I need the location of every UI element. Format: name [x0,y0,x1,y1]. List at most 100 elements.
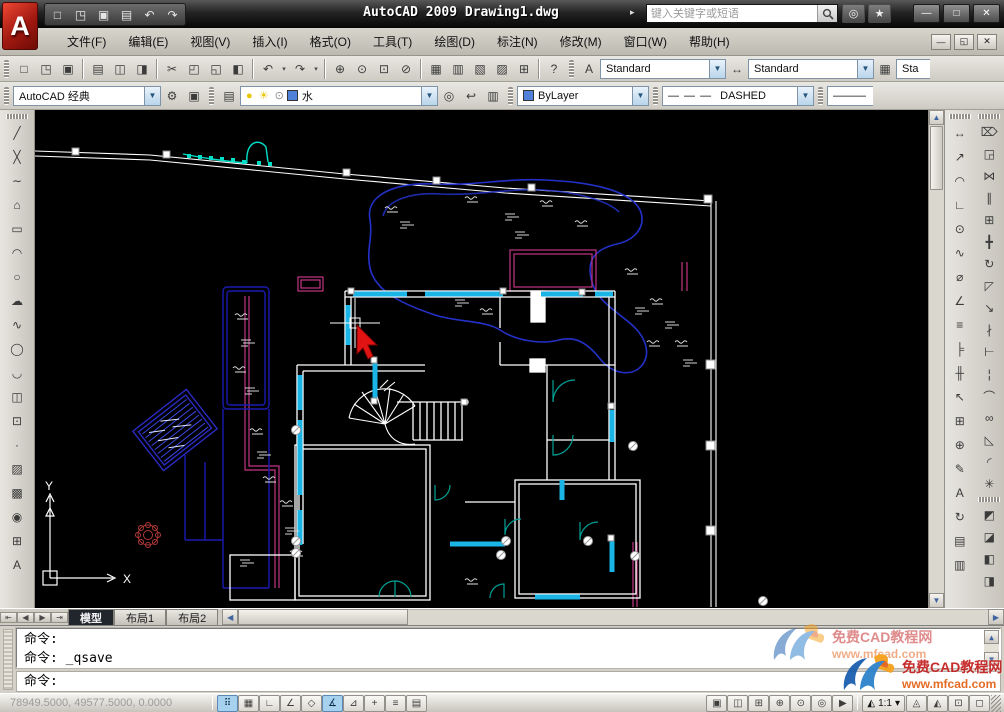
workspace-combo[interactable]: AutoCAD 经典 ▼ [13,85,161,106]
menu-tools[interactable]: 工具(T) [362,28,423,55]
construction-line-icon[interactable]: ╳ [5,145,29,169]
menu-help[interactable]: 帮助(H) [678,28,741,55]
doc-minimize-button[interactable]: — [931,33,951,50]
region-icon[interactable]: ◉ [5,505,29,529]
layer-freeze-sun-icon[interactable]: ☀ [259,90,269,102]
toolbar-grip[interactable] [978,114,1001,119]
toolbar-grip[interactable] [569,59,574,78]
toolbar-grip[interactable] [4,59,9,78]
toolbar-grip[interactable] [653,86,658,105]
plot-icon[interactable]: ▤ [115,5,138,24]
last-tab-button[interactable]: ⇥ [51,611,68,623]
model-space-button[interactable]: ▣ [706,694,728,712]
rotate-icon[interactable]: ↻ [977,253,1001,275]
break-icon[interactable]: ⌒ [977,385,1001,407]
maximize-button[interactable]: □ [943,4,970,23]
window-resize-grip[interactable] [991,694,1001,712]
tolerance-icon[interactable]: ⊞ [948,409,972,433]
layer-combo[interactable]: ● ☀ ⊙ 水 ▼ [240,85,438,106]
ordinate-dimension-icon[interactable]: ∟ [948,193,972,217]
menu-draw[interactable]: 绘图(D) [423,28,486,55]
horizontal-scrollbar[interactable]: ◀ ▶ [222,609,1004,625]
layer-on-bulb-icon[interactable]: ● [246,90,253,102]
ellipse-arc-icon[interactable]: ◡ [5,361,29,385]
search-icon[interactable] [817,5,837,22]
paste-icon[interactable]: ◱ [205,58,227,80]
prev-tab-button[interactable]: ◀ [17,611,34,623]
quick-leader-icon[interactable]: ↖ [948,385,972,409]
plot-preview-icon[interactable]: ◫ [109,58,131,80]
dyn-toggle[interactable]: + [364,694,385,712]
table-icon[interactable]: ⊞ [5,529,29,553]
trim-icon[interactable]: ∤ [977,319,1001,341]
multiline-text-icon[interactable]: A [5,553,29,577]
move-icon[interactable]: ╋ [977,231,1001,253]
bring-above-objects-icon[interactable]: ◧ [977,548,1001,570]
aligned-dimension-icon[interactable]: ↗ [948,145,972,169]
quick-view-drawings-button[interactable]: ⊞ [748,694,770,712]
toolbar-lock-button[interactable]: ⊡ [948,694,969,712]
coordinate-readout[interactable]: 78949.5000, 49577.5000, 0.0000 [10,697,208,709]
sheet-set-manager-icon[interactable]: ▨ [491,58,513,80]
explode-icon[interactable]: ✳ [977,473,1001,495]
vertical-scroll-thumb[interactable] [930,126,943,190]
redo-icon[interactable]: ↷ [161,5,184,24]
center-mark-icon[interactable]: ⊕ [948,433,972,457]
zoom-previous-icon[interactable]: ⊘ [395,58,417,80]
chevron-down-icon[interactable]: ▼ [421,86,437,105]
chevron-down-icon[interactable]: ▼ [632,86,648,105]
tab-layout2[interactable]: 布局2 [166,608,219,626]
linetype-combo[interactable]: — — — DASHED ▼ [662,85,814,106]
steering-wheel-button[interactable]: ◎ [811,694,833,712]
new-file-icon[interactable]: □ [13,58,35,80]
rectangle-icon[interactable]: ▭ [5,217,29,241]
ellipse-icon[interactable]: ◯ [5,337,29,361]
properties-icon[interactable]: ▦ [425,58,447,80]
baseline-dimension-icon[interactable]: ╞ [948,337,972,361]
polyline-icon[interactable]: ∼ [5,169,29,193]
toolbar-grip[interactable] [948,114,971,119]
help-icon[interactable]: ? [543,58,565,80]
open-file-icon[interactable]: ◳ [69,5,92,24]
ducs-toggle[interactable]: ⊿ [343,694,364,712]
quick-view-layouts-button[interactable]: ◫ [727,694,749,712]
line-icon[interactable]: ╱ [5,121,29,145]
arc-length-dimension-icon[interactable]: ◠ [948,169,972,193]
bring-to-front-icon[interactable]: ◩ [977,504,1001,526]
clean-screen-button[interactable]: ◻ [969,694,990,712]
radius-dimension-icon[interactable]: ⊙ [948,217,972,241]
undo-icon[interactable]: ↶ [257,58,279,80]
make-block-icon[interactable]: ⊡ [5,409,29,433]
text-style-icon[interactable]: A [578,58,600,80]
otrack-toggle[interactable]: ∡ [322,694,343,712]
new-file-icon[interactable]: □ [46,5,69,24]
spline-icon[interactable]: ∿ [5,313,29,337]
save-icon[interactable]: ▣ [92,5,115,24]
toolbar-separator[interactable] [252,58,254,79]
command-history[interactable]: 命令: 命令: _qsave ▲ ▼ [15,627,1002,669]
layer-previous-icon[interactable]: ↩ [460,85,482,107]
tab-layout1[interactable]: 布局1 [114,608,167,626]
open-file-icon[interactable]: ◳ [35,58,57,80]
make-object-layer-current-icon[interactable]: ◎ [438,85,460,107]
match-properties-icon[interactable]: ◧ [227,58,249,80]
circle-icon[interactable]: ○ [5,265,29,289]
next-tab-button[interactable]: ▶ [34,611,51,623]
lineweight-combo[interactable]: ——— [827,85,873,106]
diameter-dimension-icon[interactable]: ⌀ [948,265,972,289]
minimize-button[interactable]: — [913,4,940,23]
zoom-realtime-icon[interactable]: ⊙ [351,58,373,80]
toolbar-grip[interactable] [978,497,1001,502]
linear-dimension-icon[interactable]: ↔ [948,121,972,145]
close-button[interactable]: ✕ [973,4,1000,23]
scroll-down-icon[interactable]: ▼ [929,593,944,608]
cut-icon[interactable]: ✂ [161,58,183,80]
redo-icon[interactable]: ↷ [289,58,311,80]
redo-dropdown-arrow[interactable]: ▾ [311,58,321,80]
dimension-style-combo[interactable]: Standard ▼ [748,58,874,79]
scale-icon[interactable]: ◸ [977,275,1001,297]
menu-file[interactable]: 文件(F) [56,28,117,55]
toolbar-separator[interactable] [420,58,422,79]
insert-block-icon[interactable]: ◫ [5,385,29,409]
dimension-edit-icon[interactable]: ✎ [948,457,972,481]
